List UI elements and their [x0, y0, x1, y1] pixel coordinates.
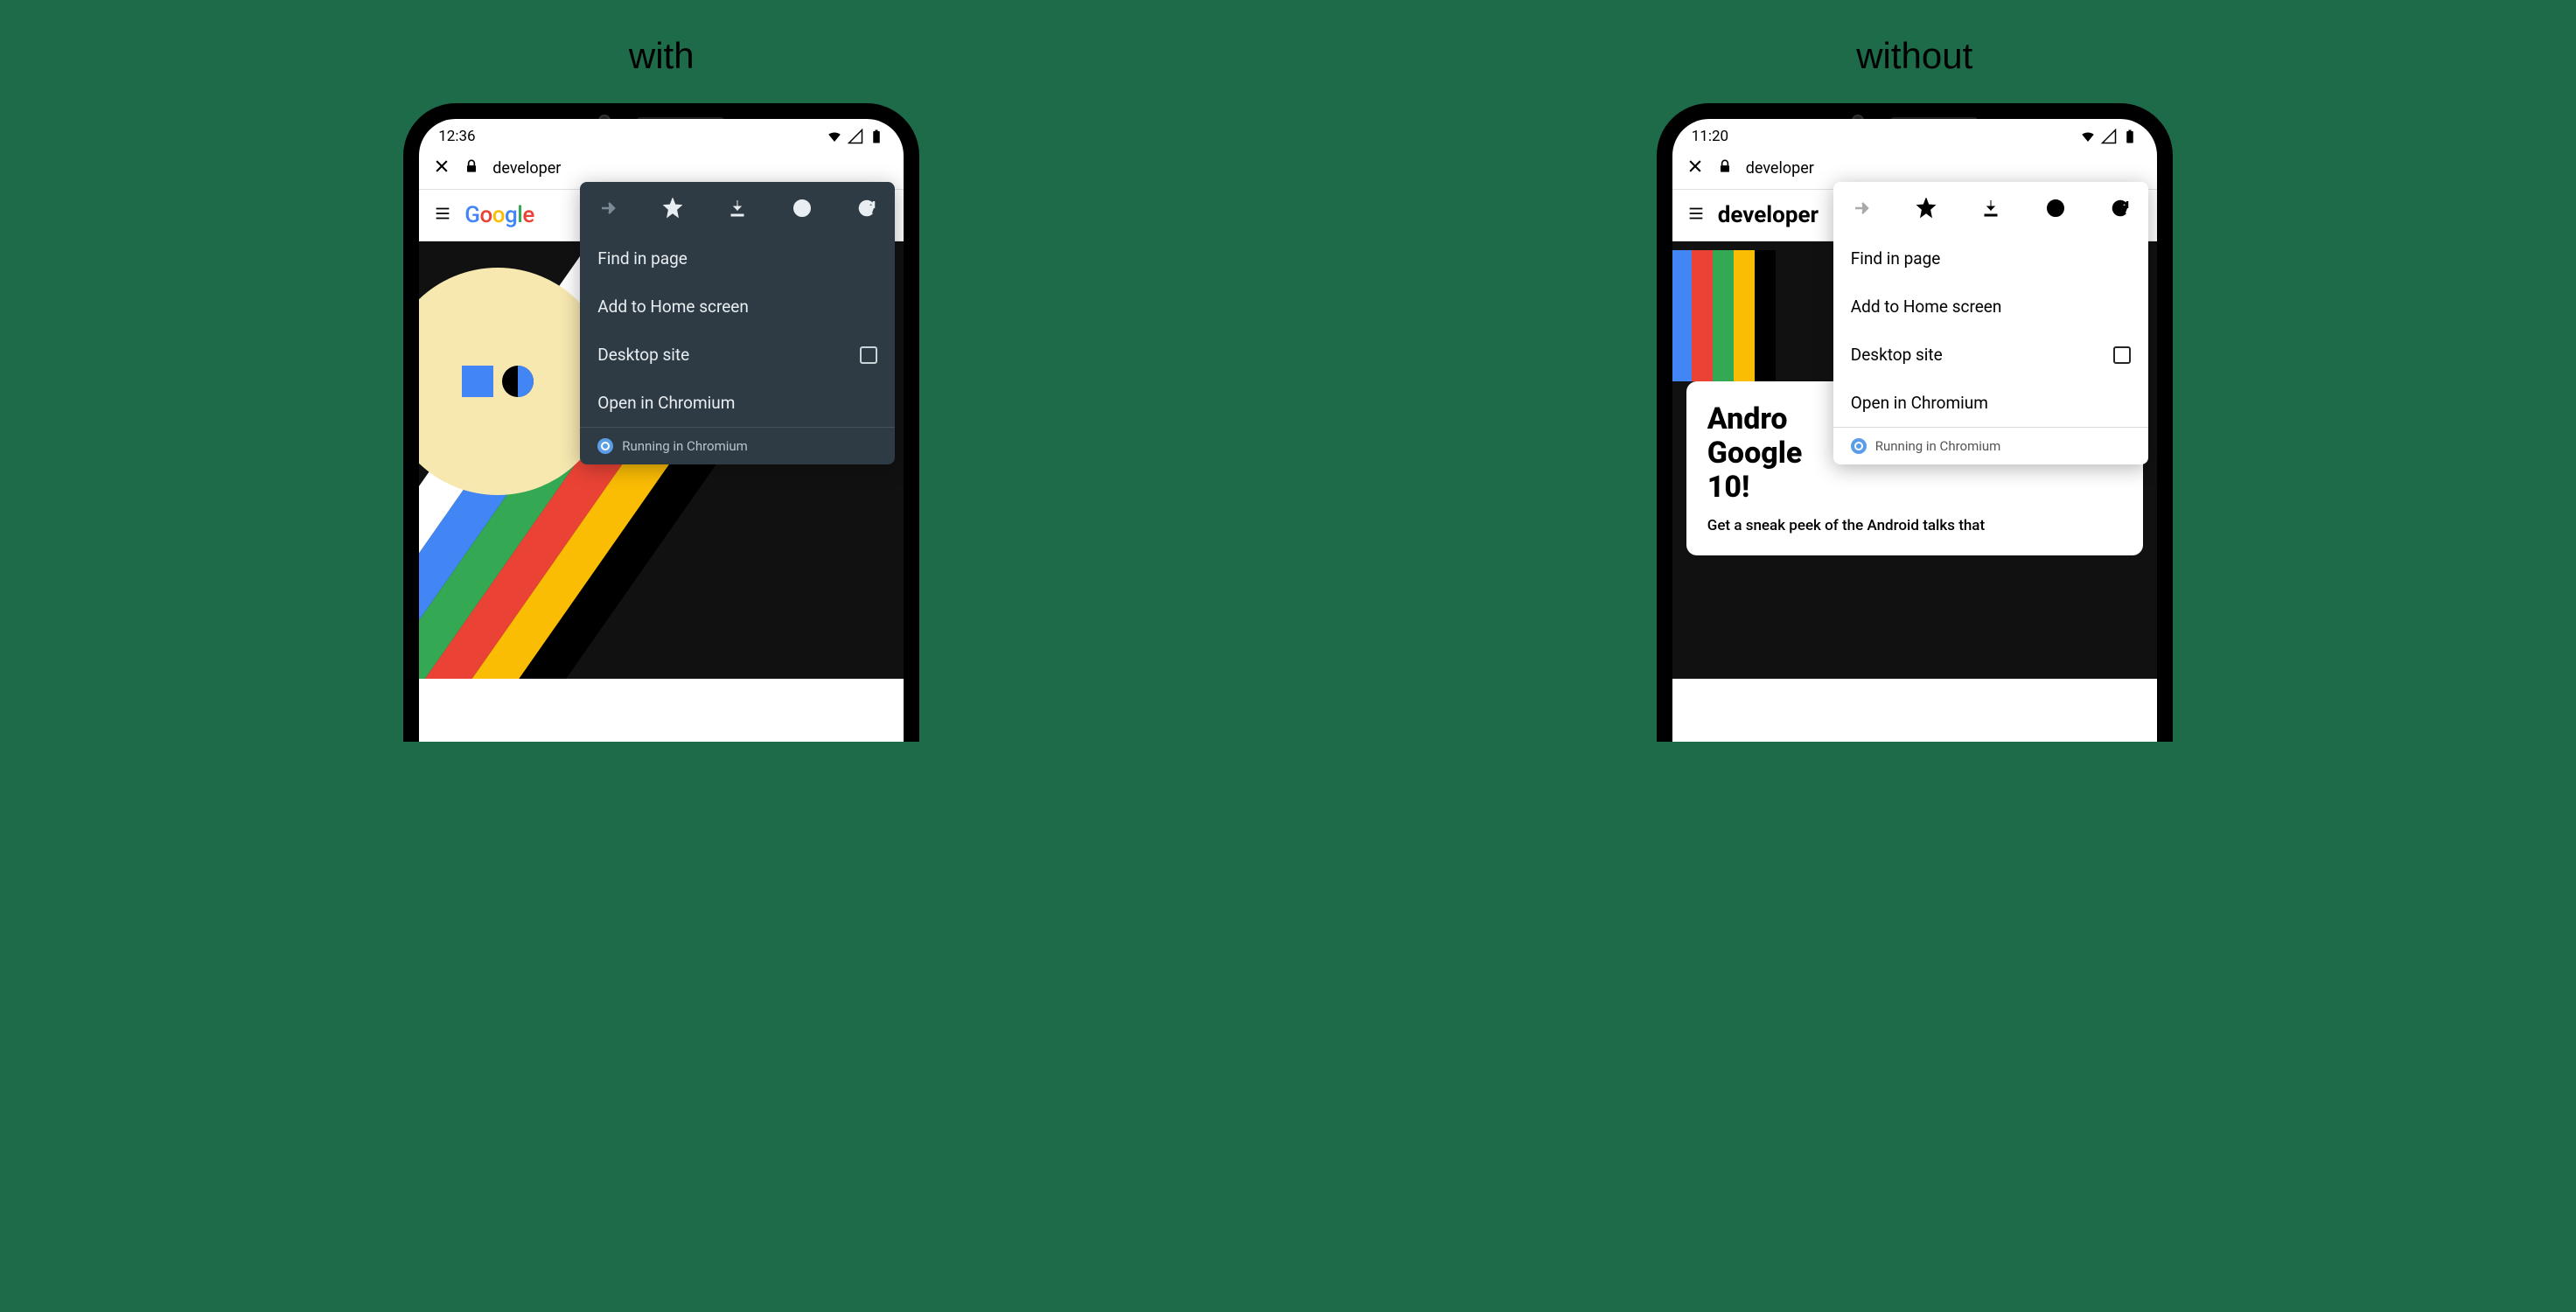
status-bar: 12:36 [419, 119, 904, 150]
overflow-menu: Find in page Add to Home screen Desktop … [1833, 182, 2148, 464]
menu-desktop-site[interactable]: Desktop site [1833, 331, 2148, 379]
hero-subtitle: Get a sneak peek of the Android talks th… [1707, 517, 2122, 534]
menu-add-home[interactable]: Add to Home screen [1833, 283, 2148, 331]
caption-with: with [629, 35, 695, 77]
lock-icon [463, 157, 480, 178]
info-button[interactable] [790, 196, 814, 220]
lock-icon [1716, 157, 1734, 178]
phone-frame-right: 11:20 developer developer AndroGoogl [1657, 103, 2173, 742]
bookmark-button[interactable] [1914, 196, 1938, 220]
clock: 11:20 [1692, 128, 1728, 145]
clock: 12:36 [438, 128, 475, 145]
menu-find-in-page[interactable]: Find in page [1833, 234, 2148, 283]
hamburger-icon[interactable] [433, 204, 452, 227]
menu-footer: Running in Chromium [1833, 427, 2148, 464]
reload-button[interactable] [855, 196, 879, 220]
chromium-icon [1851, 438, 1867, 454]
download-button[interactable] [1979, 196, 2003, 220]
caption-without: without [1856, 35, 1972, 77]
url-text[interactable]: developer [1746, 159, 1814, 178]
google-logo: Google [464, 202, 534, 228]
menu-add-home[interactable]: Add to Home screen [580, 283, 895, 331]
status-bar: 11:20 [1672, 119, 2157, 150]
url-text[interactable]: developer [492, 159, 561, 178]
signal-icon [2101, 129, 2117, 144]
forward-button[interactable] [1849, 196, 1874, 220]
download-button[interactable] [725, 196, 750, 220]
close-button[interactable] [433, 157, 450, 178]
desktop-site-checkbox[interactable] [860, 346, 877, 364]
hamburger-icon[interactable] [1686, 204, 1706, 227]
chromium-icon [597, 438, 613, 454]
wifi-icon [827, 129, 842, 144]
developers-logo: developer [1718, 202, 1819, 228]
menu-open-chromium[interactable]: Open in Chromium [1833, 379, 2148, 427]
forward-button[interactable] [596, 196, 620, 220]
battery-icon [869, 129, 884, 144]
bookmark-button[interactable] [660, 196, 685, 220]
menu-footer: Running in Chromium [580, 427, 895, 464]
overflow-menu: Find in page Add to Home screen Desktop … [580, 182, 895, 464]
info-button[interactable] [2043, 196, 2068, 220]
reload-button[interactable] [2108, 196, 2133, 220]
battery-icon [2122, 129, 2138, 144]
menu-open-chromium[interactable]: Open in Chromium [580, 379, 895, 427]
phone-frame-left: 12:36 developer Google [403, 103, 919, 742]
wifi-icon [2080, 129, 2096, 144]
menu-find-in-page[interactable]: Find in page [580, 234, 895, 283]
menu-desktop-site[interactable]: Desktop site [580, 331, 895, 379]
close-button[interactable] [1686, 157, 1704, 178]
desktop-site-checkbox[interactable] [2113, 346, 2131, 364]
signal-icon [848, 129, 863, 144]
